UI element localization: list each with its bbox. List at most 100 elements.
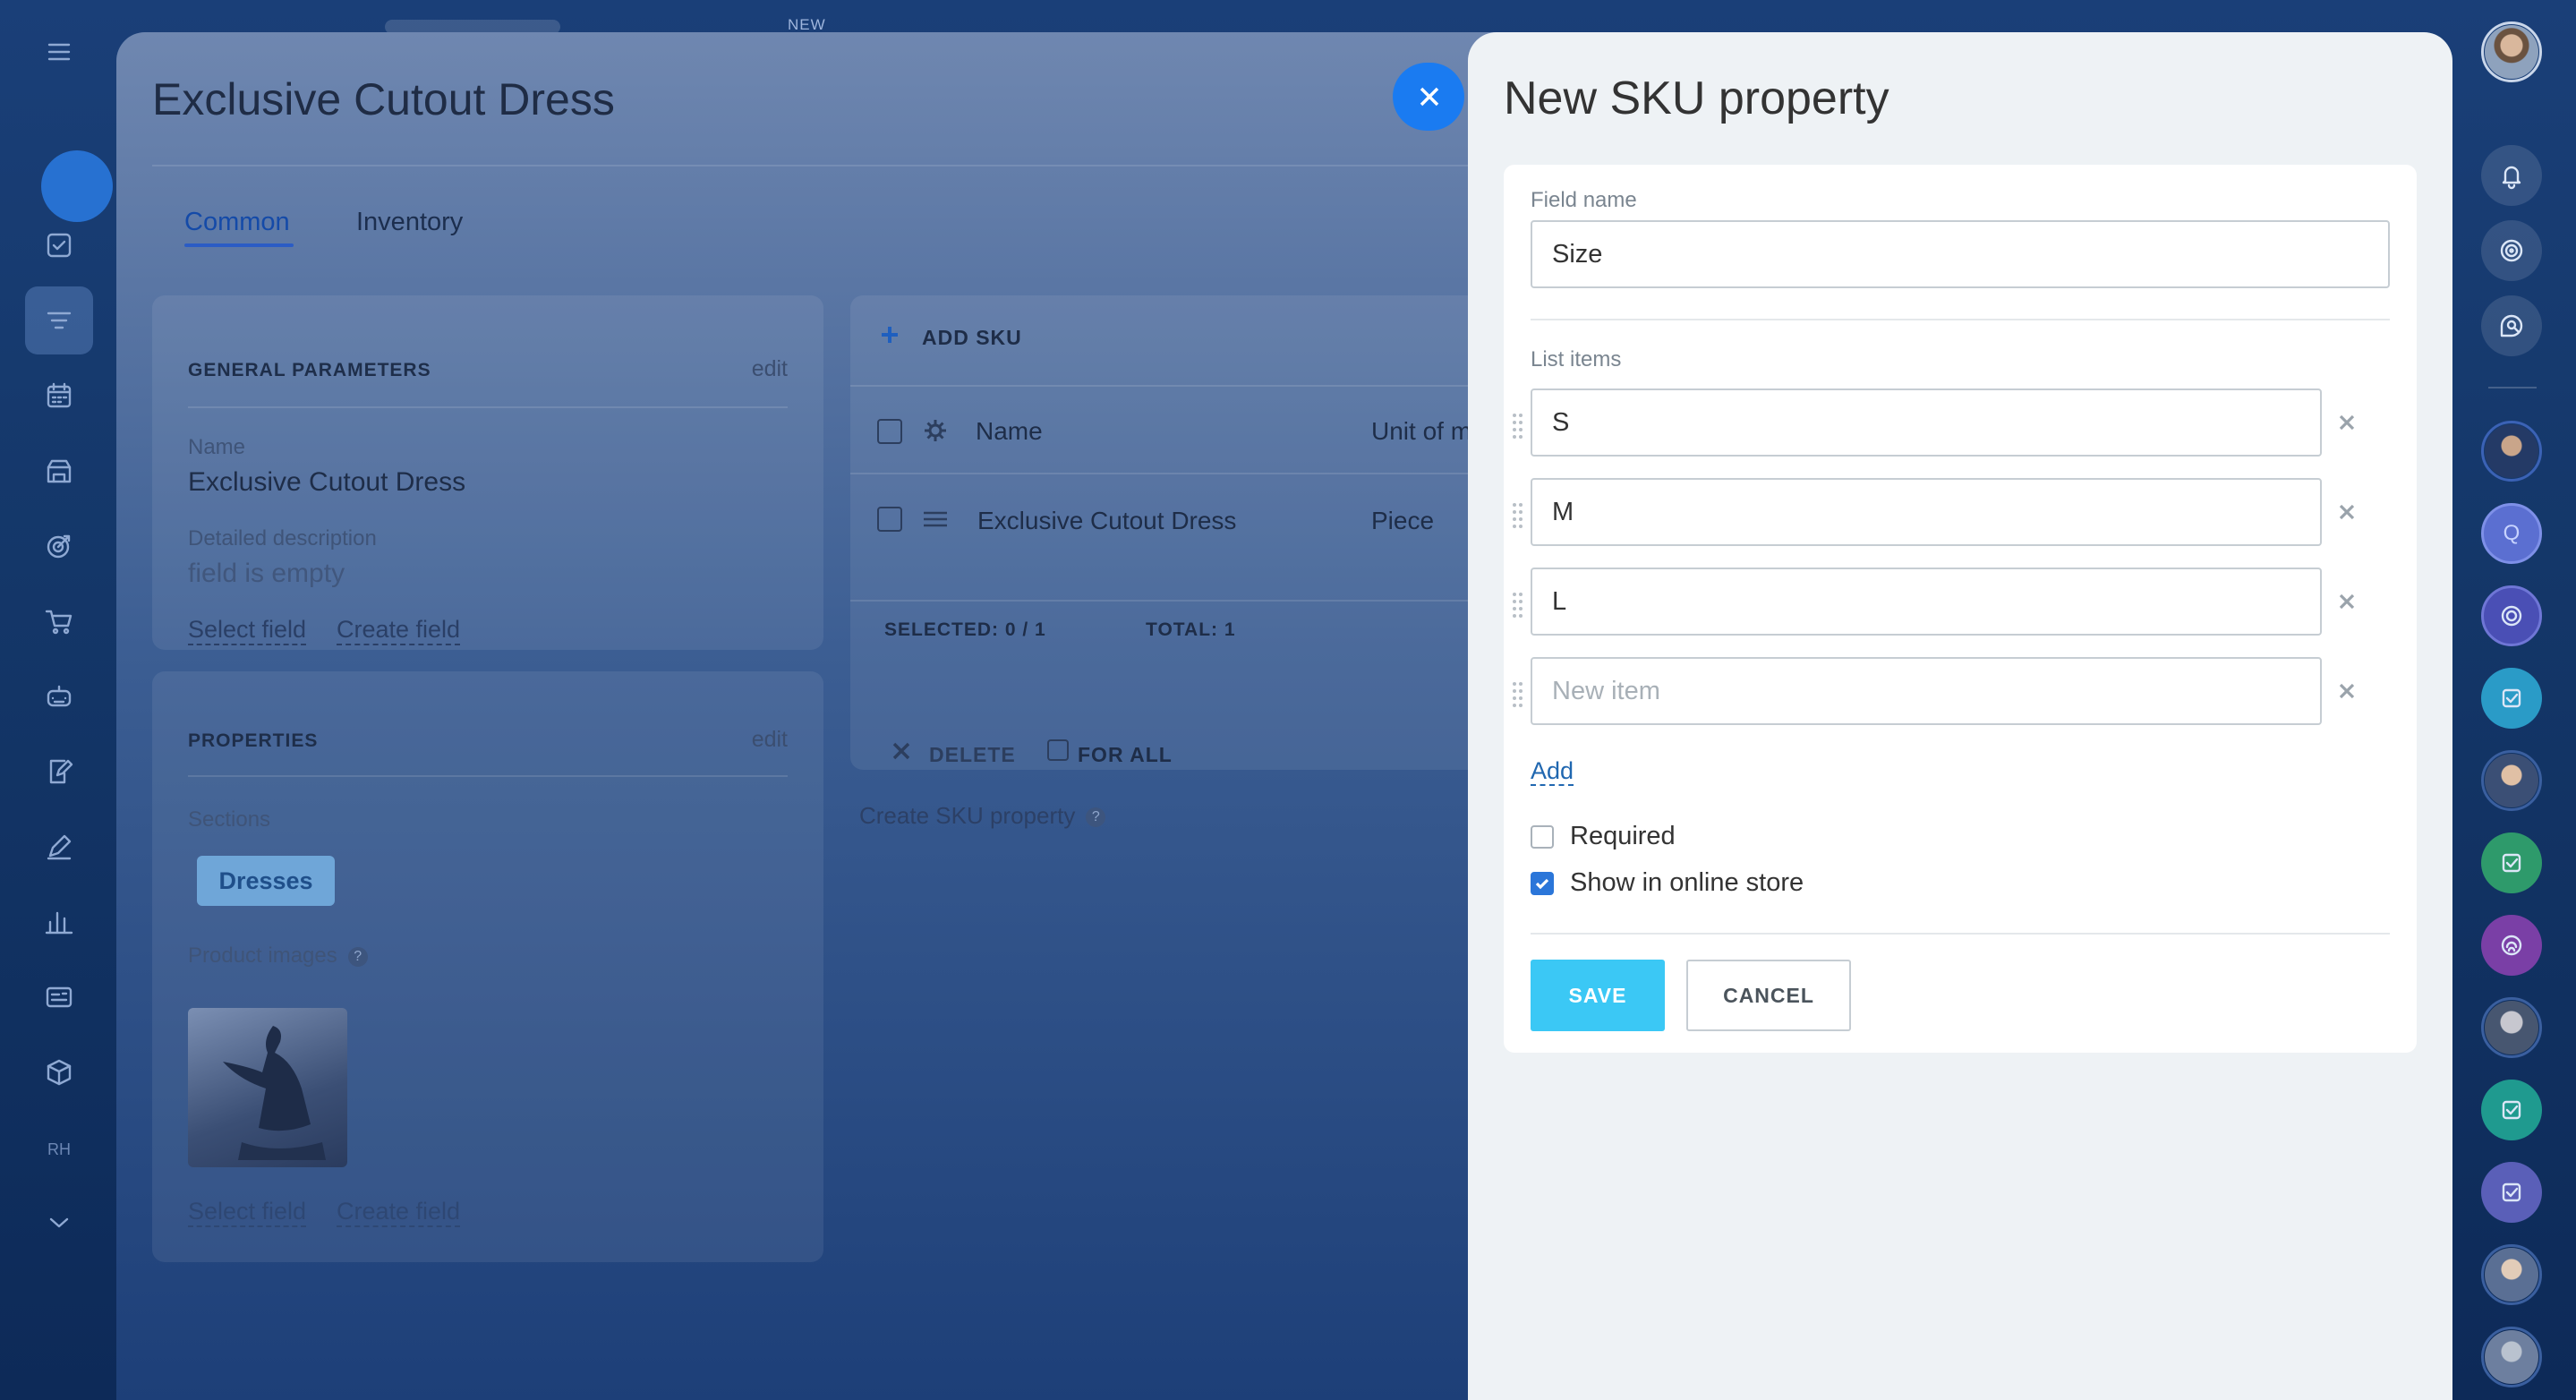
select-all-checkbox[interactable]: [877, 419, 902, 444]
rh-badge[interactable]: RH: [39, 1130, 79, 1169]
nav-close-button[interactable]: [41, 150, 113, 222]
contact-avatar[interactable]: [2481, 1244, 2542, 1305]
column-name[interactable]: Name: [976, 417, 1043, 446]
properties-edit-link[interactable]: edit: [752, 727, 788, 753]
bell-icon[interactable]: [2481, 145, 2542, 206]
contact-task-icon[interactable]: [2481, 1080, 2542, 1140]
row-menu-icon[interactable]: [922, 508, 949, 530]
create-field-link[interactable]: Create field: [337, 616, 461, 645]
total-count: TOTAL: 1: [1146, 619, 1236, 641]
contact-avatar[interactable]: [2481, 750, 2542, 811]
sections-label: Sections: [188, 807, 271, 832]
add-item-link[interactable]: Add: [1531, 757, 1574, 786]
dress-image: [223, 1026, 326, 1160]
filter-icon[interactable]: [39, 301, 79, 340]
tab-inventory[interactable]: Inventory: [356, 208, 463, 237]
product-images-label: Product images?: [188, 943, 368, 969]
edit-doc-icon[interactable]: [39, 752, 79, 791]
remove-item-icon[interactable]: [2334, 679, 2359, 704]
user-avatar[interactable]: [2481, 21, 2542, 82]
cart-icon[interactable]: [39, 602, 79, 641]
contact-task-icon[interactable]: [2481, 668, 2542, 729]
add-sku-button[interactable]: ADD SKU: [922, 326, 1022, 350]
section-chip[interactable]: Dresses: [197, 856, 335, 906]
sku-divider: [850, 473, 1513, 474]
remove-item-icon[interactable]: [2334, 410, 2359, 435]
drag-handle-icon[interactable]: [1513, 593, 1525, 619]
right-rail: Q: [2452, 0, 2576, 1400]
contact-avatar[interactable]: [2481, 1327, 2542, 1387]
row-checkbox[interactable]: [877, 507, 902, 532]
properties-panel: PROPERTIES edit Sections Dresses Product…: [152, 671, 823, 1262]
tab-common[interactable]: Common: [184, 208, 290, 237]
sku-divider: [850, 385, 1513, 387]
description-label: Detailed description: [188, 526, 377, 551]
drag-handle-icon[interactable]: [1513, 414, 1525, 440]
for-all-checkbox[interactable]: [1047, 739, 1069, 761]
target-icon[interactable]: [2481, 220, 2542, 281]
close-icon: [1420, 87, 1439, 107]
help-icon[interactable]: ?: [347, 946, 368, 967]
gear-icon[interactable]: [922, 417, 949, 444]
general-edit-link[interactable]: edit: [752, 356, 788, 382]
contact-avatar[interactable]: [2481, 997, 2542, 1058]
remove-item-icon[interactable]: [2334, 499, 2359, 525]
delete-icon[interactable]: [891, 741, 911, 761]
contact-avatar[interactable]: [2481, 421, 2542, 482]
contact-task-icon[interactable]: [2481, 1162, 2542, 1223]
show-in-store-label[interactable]: Show in online store: [1570, 868, 1804, 898]
show-in-store-checkbox[interactable]: [1531, 872, 1554, 895]
contact-q[interactable]: Q: [2481, 503, 2542, 564]
id-card-icon[interactable]: [39, 977, 79, 1017]
field-name-label: Field name: [1531, 188, 1637, 212]
field-name-input[interactable]: [1531, 220, 2390, 288]
create-field-link[interactable]: Create field: [337, 1198, 461, 1227]
create-sku-property-link[interactable]: Create SKU property: [859, 802, 1075, 829]
column-unit[interactable]: Unit of m: [1371, 417, 1471, 446]
sku-row-name[interactable]: Exclusive Cutout Dress: [977, 507, 1236, 535]
calendar-icon[interactable]: [39, 376, 79, 415]
cancel-button[interactable]: CANCEL: [1686, 960, 1851, 1031]
fingerprint-icon[interactable]: [2481, 915, 2542, 976]
create-sku-property[interactable]: Create SKU property?: [859, 802, 1106, 830]
contact-target-icon[interactable]: [2481, 585, 2542, 646]
product-image-thumbnail[interactable]: [188, 1008, 347, 1167]
chart-icon[interactable]: [39, 902, 79, 942]
save-button[interactable]: SAVE: [1531, 960, 1665, 1031]
avatar-image: [2485, 1330, 2538, 1384]
chat-search-icon[interactable]: [2481, 295, 2542, 356]
remove-item-icon[interactable]: [2334, 589, 2359, 614]
robot-icon[interactable]: [39, 677, 79, 716]
select-field-link[interactable]: Select field: [188, 616, 307, 645]
slideover-title: New SKU property: [1504, 73, 1889, 124]
for-all-label: FOR ALL: [1078, 743, 1173, 766]
panel-divider: [188, 406, 788, 408]
contact-task-icon[interactable]: [2481, 832, 2542, 893]
list-item-input[interactable]: [1531, 568, 2322, 636]
box-icon[interactable]: [39, 1053, 79, 1092]
delete-button[interactable]: DELETE: [929, 743, 1016, 767]
close-slideover-button[interactable]: [1393, 63, 1464, 131]
new-item-input[interactable]: [1531, 657, 2322, 725]
required-label[interactable]: Required: [1570, 822, 1676, 851]
list-item-input[interactable]: [1531, 388, 2322, 457]
sku-row-unit: Piece: [1371, 507, 1435, 534]
product-card: Exclusive Cutout Dress Common Inventory …: [116, 32, 1513, 1400]
drag-handle-icon[interactable]: [1513, 682, 1525, 709]
drag-handle-icon[interactable]: [1513, 503, 1525, 530]
list-item-input[interactable]: [1531, 478, 2322, 546]
store-icon[interactable]: [39, 451, 79, 491]
required-checkbox[interactable]: [1531, 825, 1554, 849]
pen-icon[interactable]: [39, 827, 79, 866]
form-divider: [1531, 933, 2390, 935]
selected-value: 0 / 1: [1004, 619, 1046, 640]
help-icon[interactable]: ?: [1086, 807, 1106, 828]
tasks-icon[interactable]: [39, 226, 79, 265]
menu-icon[interactable]: [39, 32, 79, 72]
target-icon[interactable]: [39, 526, 79, 566]
new-tag: NEW: [788, 16, 826, 33]
select-field-link[interactable]: Select field: [188, 1198, 307, 1227]
chevron-down-icon[interactable]: [39, 1203, 79, 1242]
plus-icon[interactable]: [879, 324, 900, 346]
tab-common-underline: [184, 243, 294, 247]
